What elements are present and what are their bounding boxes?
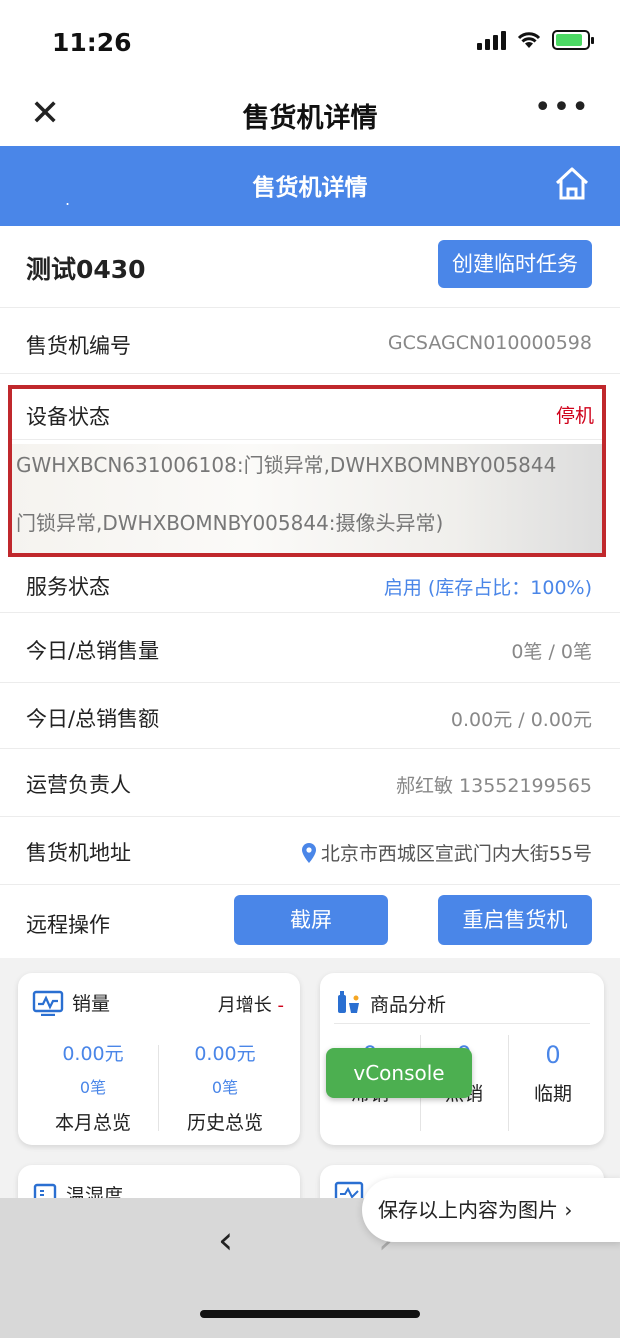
operator-row: 运营负责人 郝红敏 13552199565 bbox=[0, 749, 620, 817]
monthly-growth-value: - bbox=[277, 995, 285, 1016]
sales-amount-value: 0.00元 / 0.00元 bbox=[450, 709, 592, 731]
status-bar: 11:26 bbox=[0, 0, 620, 88]
service-status-value[interactable]: 启用 (库存占比：100%) bbox=[384, 573, 592, 600]
vconsole-button[interactable]: vConsole bbox=[326, 1048, 472, 1098]
divider bbox=[334, 1023, 590, 1024]
location-pin-icon bbox=[301, 842, 316, 863]
service-status-row: 服务状态 启用 (库存占比：100%) bbox=[0, 557, 620, 613]
home-icon[interactable] bbox=[552, 164, 592, 204]
monthly-growth: 月增长 - bbox=[218, 991, 284, 1017]
nav-bar: ✕ 售货机详情 ••• bbox=[0, 88, 620, 146]
remote-operation-label: 远程操作 bbox=[26, 913, 110, 937]
near-expiry[interactable]: 0 临期 bbox=[508, 1041, 598, 1106]
create-task-button[interactable]: 创建临时任务 bbox=[438, 240, 592, 288]
sales-card-header: 销量 bbox=[32, 989, 110, 1016]
sales-count-row: 今日/总销售量 0笔 / 0笔 bbox=[0, 613, 620, 683]
battery-icon bbox=[552, 30, 594, 50]
device-status-label: 设备状态 bbox=[26, 405, 110, 429]
more-icon[interactable]: ••• bbox=[534, 90, 590, 125]
history-overview[interactable]: 0.00元 0笔 历史总览 bbox=[160, 1039, 290, 1135]
status-time: 11:26 bbox=[52, 28, 132, 57]
device-error-line-1: GWHXBCN631006108:门锁异常,DWHXBOMNBY005844 bbox=[16, 453, 557, 477]
remote-operation-row: 远程操作 截屏 重启售货机 bbox=[0, 885, 620, 958]
month-count: 0笔 bbox=[79, 1078, 107, 1097]
history-amount: 0.00元 bbox=[194, 1043, 256, 1065]
device-status-box: 设备状态 停机 GWHXBCN631006108:门锁异常,DWHXBOMNBY… bbox=[8, 385, 606, 557]
month-overview-label: 本月总览 bbox=[54, 1112, 131, 1134]
month-overview[interactable]: 0.00元 0笔 本月总览 bbox=[28, 1039, 158, 1135]
chart-monitor-icon bbox=[32, 990, 64, 1016]
machine-code-label: 售货机编号 bbox=[26, 334, 131, 358]
month-amount: 0.00元 bbox=[62, 1043, 124, 1065]
divider bbox=[158, 1045, 159, 1131]
divider bbox=[12, 439, 602, 440]
page-title: 售货机详情 bbox=[252, 175, 368, 201]
sales-count-label: 今日/总销售量 bbox=[26, 639, 160, 663]
service-status-label: 服务状态 bbox=[26, 575, 110, 599]
address-value: 北京市西城区宣武门内大街55号 bbox=[320, 843, 592, 865]
sales-card-title: 销量 bbox=[72, 993, 111, 1015]
status-icons bbox=[477, 30, 594, 50]
sales-count-value: 0笔 / 0笔 bbox=[511, 641, 592, 663]
nav-title: 售货机详情 bbox=[242, 103, 378, 134]
sales-amount-label: 今日/总销售额 bbox=[26, 707, 160, 731]
sales-amount-row: 今日/总销售额 0.00元 / 0.00元 bbox=[0, 683, 620, 749]
goods-card-header: 商品分析 bbox=[334, 989, 446, 1017]
restart-button[interactable]: 重启售货机 bbox=[438, 895, 592, 945]
address-value-wrap[interactable]: 北京市西城区宣武门内大街55号 bbox=[301, 839, 592, 866]
sales-card[interactable]: 销量 月增长 - 0.00元 0笔 本月总览 0.00元 0笔 历史总览 bbox=[18, 973, 300, 1145]
signal-icon bbox=[477, 30, 506, 50]
history-count: 0笔 bbox=[211, 1078, 239, 1097]
address-row: 售货机地址 北京市西城区宣武门内大街55号 bbox=[0, 817, 620, 885]
page-header: . 售货机详情 bbox=[0, 146, 620, 226]
near-expiry-value: 0 bbox=[545, 1041, 561, 1069]
near-expiry-label: 临期 bbox=[533, 1083, 572, 1105]
screenshot-button[interactable]: 截屏 bbox=[234, 895, 388, 945]
goods-icon bbox=[338, 991, 359, 1013]
device-status-value: 停机 bbox=[555, 405, 594, 427]
machine-name: 测试0430 bbox=[26, 255, 146, 284]
home-indicator bbox=[200, 1310, 420, 1318]
wifi-icon bbox=[517, 32, 541, 48]
machine-code-value: GCSAGCN010000598 bbox=[387, 332, 592, 354]
operator-value[interactable]: 郝红敏 13552199565 bbox=[396, 771, 592, 798]
address-label: 售货机地址 bbox=[26, 841, 131, 865]
device-error-line-2: 门锁异常,DWHXBOMNBY005844:摄像头异常) bbox=[16, 511, 444, 535]
monthly-growth-label: 月增长 bbox=[217, 995, 272, 1016]
operator-label: 运营负责人 bbox=[26, 773, 131, 797]
save-as-image-button[interactable]: 保存以上内容为图片 › bbox=[362, 1178, 620, 1242]
back-arrow-icon[interactable]: ‹ bbox=[218, 1218, 233, 1262]
machine-code-row: 售货机编号 GCSAGCN010000598 bbox=[0, 308, 620, 374]
goods-card-title: 商品分析 bbox=[370, 993, 447, 1016]
machine-title-row: 测试0430 创建临时任务 bbox=[0, 226, 620, 308]
history-overview-label: 历史总览 bbox=[186, 1112, 263, 1134]
